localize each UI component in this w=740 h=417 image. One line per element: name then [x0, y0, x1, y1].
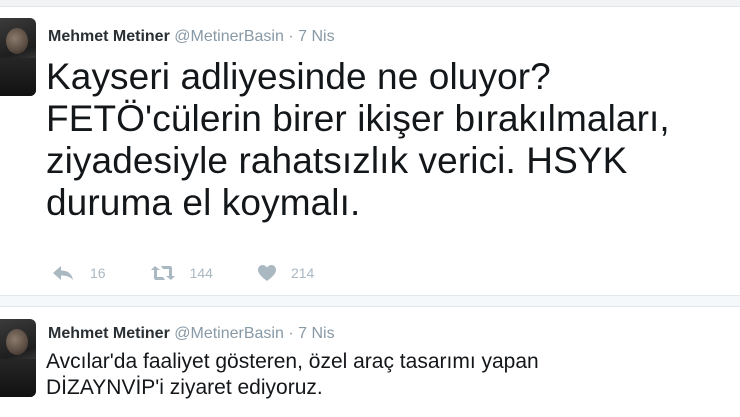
- tweet-card[interactable]: Mehmet Metiner @MetinerBasin · 7 Nis Avc…: [0, 306, 740, 417]
- reply-button[interactable]: 16: [52, 265, 106, 281]
- tweet-text: Avcılar'da faaliyet gösteren, özel araç …: [46, 349, 539, 401]
- tweet-text-line: duruma el koymalı.: [46, 182, 361, 223]
- tweet-actions: 16 144 214: [52, 264, 358, 282]
- avatar-suit: [0, 359, 36, 397]
- retweet-button[interactable]: 144: [150, 265, 213, 281]
- heart-icon: [257, 265, 276, 281]
- tweet-text-line: Kayseri adliyesinde ne oluyor?: [46, 56, 551, 97]
- avatar[interactable]: [0, 319, 36, 397]
- tweet-text-line: Avcılar'da faaliyet gösteren, özel araç …: [46, 350, 539, 373]
- like-count: 214: [290, 265, 315, 281]
- tweet-date[interactable]: 7 Nis: [298, 28, 334, 45]
- tweet-text-line: FETÖ'cülerin birer ikişer bırakılmaları,: [46, 98, 670, 139]
- author-name[interactable]: Mehmet Metiner: [48, 28, 170, 45]
- avatar-face: [6, 329, 28, 355]
- avatar-suit: [0, 58, 36, 96]
- like-button[interactable]: 214: [257, 264, 314, 282]
- tweet-date[interactable]: 7 Nis: [298, 325, 334, 342]
- retweet-icon: [150, 266, 175, 280]
- avatar-face: [6, 28, 28, 54]
- header-separator: ·: [288, 28, 294, 45]
- retweet-count: 144: [189, 265, 213, 281]
- tweet-header: Mehmet Metiner @MetinerBasin · 7 Nis: [48, 28, 335, 46]
- tweet-card[interactable]: Mehmet Metiner @MetinerBasin · 7 Nis Kay…: [0, 6, 740, 296]
- tweet-separator: [0, 296, 740, 306]
- avatar[interactable]: [0, 18, 36, 96]
- author-handle[interactable]: @MetinerBasin: [174, 325, 284, 342]
- tweet-text-line: ziyadesiyle rahatsızlık verici. HSYK: [46, 140, 628, 181]
- tweet-text-line: DİZAYNVİP'i ziyaret ediyoruz.: [46, 376, 323, 399]
- author-handle[interactable]: @MetinerBasin: [174, 28, 284, 45]
- author-name[interactable]: Mehmet Metiner: [48, 325, 170, 342]
- header-separator: ·: [288, 325, 294, 342]
- reply-count: 16: [90, 265, 106, 281]
- reply-icon: [53, 266, 73, 280]
- tweet-text: Kayseri adliyesinde ne oluyor? FETÖ'cüle…: [46, 56, 670, 224]
- tweet-header: Mehmet Metiner @MetinerBasin · 7 Nis: [48, 325, 335, 343]
